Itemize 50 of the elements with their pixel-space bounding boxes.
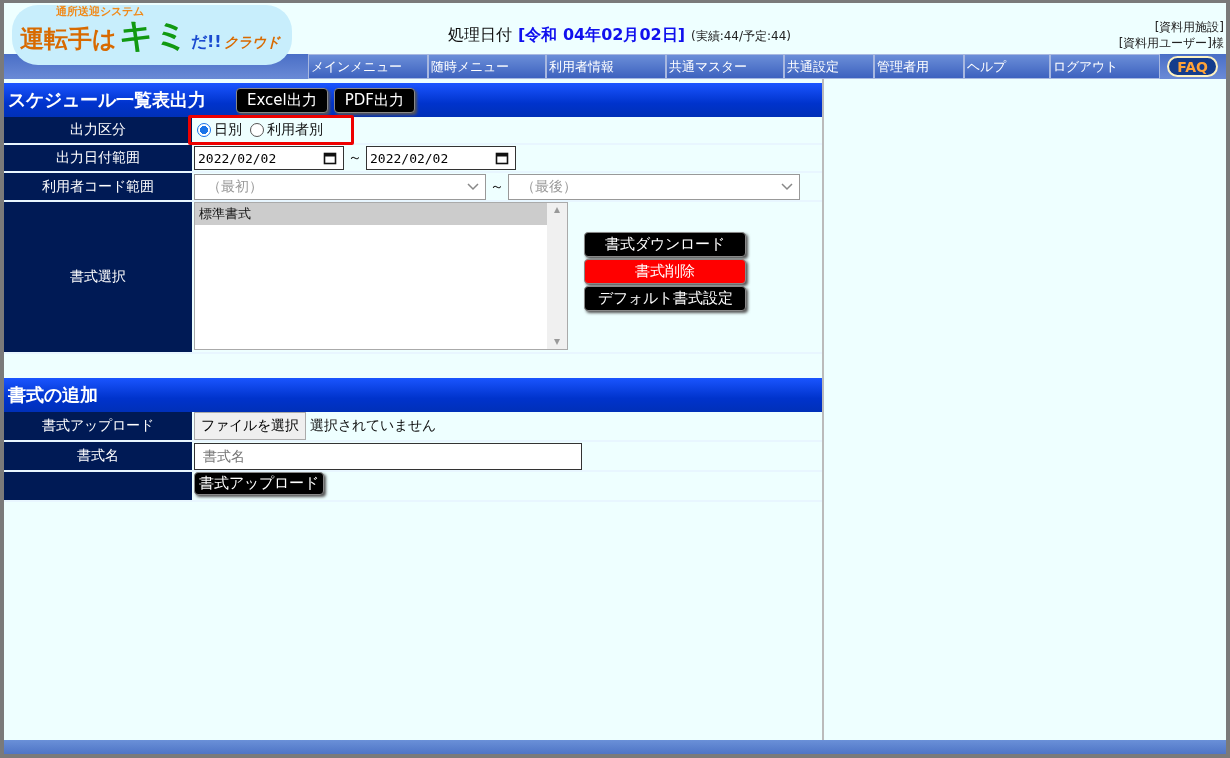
chevron-down-icon xyxy=(467,182,479,191)
scroll-down-icon xyxy=(553,339,561,345)
nav-menu-item[interactable]: 共通マスター xyxy=(666,54,784,79)
processing-date: [令和 04年02月02日] xyxy=(518,25,685,46)
section-title: 書式の追加 xyxy=(8,383,98,407)
date-field[interactable]: 2022/02/02 xyxy=(366,146,516,170)
record-counts: (実績:44/予定:44) xyxy=(691,28,792,45)
format-action-button[interactable]: デフォルト書式設定 xyxy=(584,286,746,311)
nav-menu-item[interactable]: 利用者情報 xyxy=(546,54,666,79)
field-label: 出力日付範囲 xyxy=(4,145,192,171)
export-button[interactable]: Excel出力 xyxy=(236,87,328,113)
facility-name: [資料用施設] xyxy=(1154,18,1224,35)
nav-menu-item[interactable]: 随時メニュー xyxy=(428,54,546,79)
processing-date-label: 処理日付 xyxy=(448,25,512,46)
range-separator: ～ xyxy=(490,177,504,196)
upload-button[interactable]: 書式アップロード xyxy=(194,472,324,495)
range-separator: ～ xyxy=(348,149,362,167)
format-name-field[interactable]: 書式名 xyxy=(194,442,582,470)
logo-tagline: 通所送迎システム xyxy=(56,5,145,18)
calendar-icon[interactable] xyxy=(323,151,337,165)
format-action-button[interactable]: 書式ダウンロード xyxy=(584,232,746,257)
radio-option[interactable]: 日別 xyxy=(197,121,242,139)
field-label: 利用者コード範囲 xyxy=(4,173,192,200)
file-status: 選択されていません xyxy=(310,417,436,435)
nav-menu-item[interactable]: 管理者用 xyxy=(874,54,964,79)
format-list[interactable]: 標準書式 xyxy=(194,202,568,350)
field-label: 書式アップロード xyxy=(4,412,192,440)
logo-text: 運転手は xyxy=(20,27,117,51)
radio-option[interactable]: 利用者別 xyxy=(250,121,323,139)
nav-menu-item[interactable]: メインメニュー xyxy=(308,54,428,79)
logo-text: だ!! xyxy=(191,34,222,50)
logo-text: キミ xyxy=(119,18,189,52)
logo-text: クラウド xyxy=(223,35,280,49)
field-label: 出力区分 xyxy=(4,117,192,143)
nav-menu-item[interactable]: 共通設定 xyxy=(784,54,874,79)
list-item[interactable]: 標準書式 xyxy=(195,203,547,225)
date-field[interactable]: 2022/02/02 xyxy=(194,146,344,170)
field-label: 書式名 xyxy=(4,442,192,470)
calendar-icon[interactable] xyxy=(495,151,509,165)
choose-file-button[interactable]: ファイルを選択 xyxy=(194,412,306,440)
nav-menu-item[interactable]: ヘルプ xyxy=(964,54,1050,79)
format-action-button[interactable]: 書式削除 xyxy=(584,259,746,284)
scroll-up-icon xyxy=(553,207,561,213)
user-name: [資料用ユーザー]様 xyxy=(1118,34,1224,51)
section-title: スケジュール一覧表出力 xyxy=(8,88,206,112)
faq-link[interactable]: FAQ xyxy=(1167,56,1218,77)
export-button[interactable]: PDF出力 xyxy=(333,87,415,113)
chevron-down-icon xyxy=(781,182,793,191)
nav-menu-item[interactable]: ログアウト xyxy=(1050,54,1160,79)
field-label: 書式選択 xyxy=(4,202,192,352)
